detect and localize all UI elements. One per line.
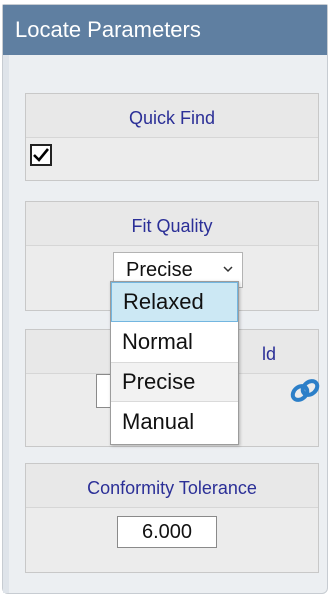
conformity-tolerance-input[interactable]: 6.000	[117, 516, 217, 548]
option-relaxed[interactable]: Relaxed	[111, 282, 238, 322]
fit-quality-dropdown-list: Relaxed Normal Precise Manual	[110, 281, 239, 445]
quick-find-checkbox[interactable]	[30, 144, 52, 166]
conformity-tolerance-group: Conformity Tolerance 6.000	[25, 463, 319, 573]
quick-find-label: Quick Find	[26, 94, 318, 138]
hidden-group-label-right: ld	[262, 344, 277, 364]
fit-quality-selected-value: Precise	[126, 259, 193, 281]
check-icon	[33, 148, 50, 162]
option-manual[interactable]: Manual	[111, 402, 238, 442]
fit-quality-label: Fit Quality	[26, 202, 318, 246]
window-title: Locate Parameters	[3, 5, 327, 55]
quick-find-group: Quick Find	[25, 93, 319, 181]
link-icon[interactable]	[288, 376, 322, 411]
panel-left-edge	[3, 55, 9, 593]
option-normal[interactable]: Normal	[111, 322, 238, 362]
conformity-tolerance-label: Conformity Tolerance	[26, 464, 318, 508]
option-precise[interactable]: Precise	[111, 362, 238, 402]
